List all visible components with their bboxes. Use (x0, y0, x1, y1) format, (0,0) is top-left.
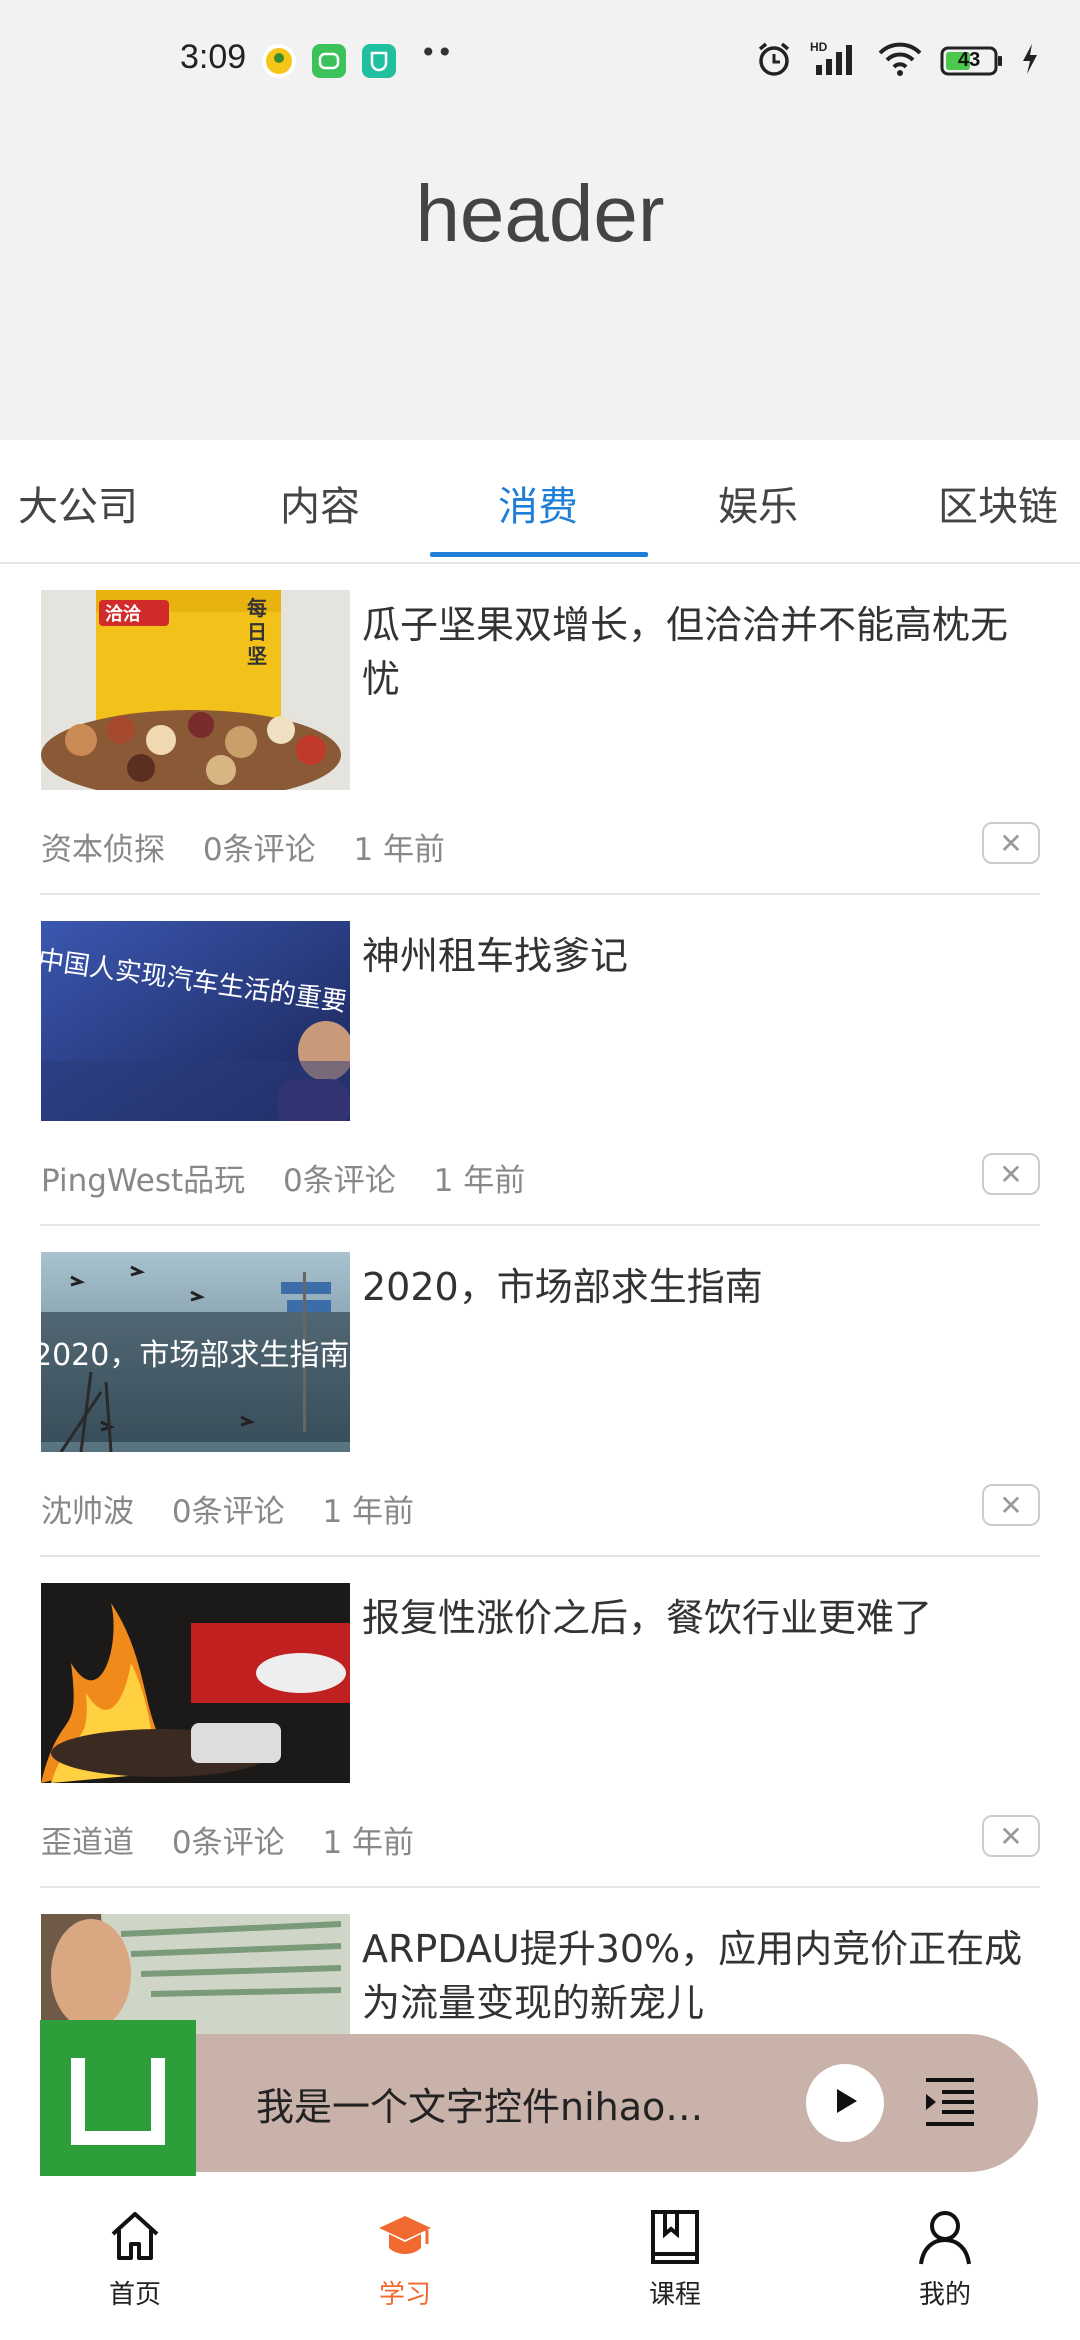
nav-study[interactable]: 学习 (335, 2206, 475, 2311)
close-icon: ✕ (999, 826, 1023, 860)
news-thumbnail: 2020，市场部求生指南 (41, 1252, 350, 1452)
more-notifications-icon: •• (420, 36, 454, 69)
svg-text:HD: HD (810, 40, 828, 54)
page-title: header (415, 169, 665, 258)
news-source: 资本侦探 (41, 832, 165, 868)
news-time: 1 年前 (322, 1494, 415, 1530)
news-comments: 0条评论 (202, 832, 316, 868)
news-source: 歪道道 (41, 1825, 134, 1861)
news-time: 1 年前 (322, 1825, 415, 1861)
news-thumbnail (41, 1583, 350, 1783)
news-meta: 沈帅波 0条评论 1 年前 (41, 1486, 442, 1531)
play-button[interactable] (806, 2064, 884, 2142)
playlist-icon (920, 2078, 980, 2136)
nav-home-label: 首页 (108, 2280, 161, 2310)
category-tabs: 大公司 内容 消费 娱乐 区块链 (0, 440, 1080, 564)
tab-big-companies[interactable]: 大公司 (18, 474, 138, 532)
status-icons: HD 43 (754, 38, 1040, 84)
chat-app-icon (312, 44, 346, 78)
news-item[interactable]: 2020，市场部求生指南 2020，市场部求生指南 沈帅波 0条评论 1 年前 … (40, 1224, 1040, 1557)
charging-icon (1020, 42, 1040, 80)
news-item[interactable]: 洽洽 每日坚 瓜子坚果双增长，但洽洽并不能高枕无忧 资本侦探 0条评论 1 年前… (40, 562, 1040, 895)
audio-player-bar[interactable]: 我是一个文字控件nihao… (40, 2020, 1038, 2176)
news-comments: 0条评论 (171, 1494, 285, 1530)
news-source: 沈帅波 (41, 1494, 134, 1530)
battery-icon: 43 (940, 45, 1004, 77)
nav-mine[interactable]: 我的 (875, 2206, 1015, 2311)
nav-study-label: 学习 (378, 2280, 431, 2310)
thumbnail-logo-text: 洽洽 (105, 604, 141, 625)
news-source: PingWest品玩 (41, 1163, 246, 1199)
tab-consumption[interactable]: 消费 (498, 474, 578, 532)
home-icon (105, 2212, 165, 2270)
tab-content[interactable]: 内容 (280, 474, 360, 532)
news-comments: 0条评论 (283, 1163, 396, 1199)
alarm-icon (754, 39, 794, 83)
shield-app-icon (362, 44, 396, 78)
tab-indicator (430, 552, 648, 557)
news-title[interactable]: 神州租车找爹记 (362, 929, 1032, 983)
news-thumbnail: 洽洽 每日坚 (41, 590, 350, 790)
thumbnail-side-text: 每日坚 (247, 596, 267, 668)
news-item[interactable]: 中国人实现汽车生活的重要 神州租车找爹记 PingWest品玩 0条评论 1 年… (40, 893, 1040, 1226)
news-meta: 歪道道 0条评论 1 年前 (41, 1817, 442, 1862)
player-track-text: 我是一个文字控件nihao… (256, 2085, 704, 2129)
battery-level: 43 (958, 49, 981, 71)
course-book-icon (645, 2210, 705, 2270)
dismiss-button[interactable]: ✕ (982, 1484, 1040, 1526)
nav-course-label: 课程 (648, 2280, 701, 2310)
player-logo-icon[interactable] (40, 2020, 196, 2176)
play-icon (828, 2084, 862, 2122)
tab-blockchain[interactable]: 区块链 (938, 474, 1058, 532)
status-bar: 3:09 •• HD 43 (0, 0, 1080, 120)
news-title[interactable]: 报复性涨价之后，餐饮行业更难了 (362, 1591, 1032, 1645)
graduation-cap-icon (375, 2216, 435, 2270)
wifi-icon (876, 39, 924, 83)
tab-entertainment[interactable]: 娱乐 (718, 474, 798, 532)
dismiss-button[interactable]: ✕ (982, 1153, 1040, 1195)
news-time: 1 年前 (433, 1163, 526, 1199)
app-notification-icon (262, 44, 296, 78)
news-meta: PingWest品玩 0条评论 1 年前 (41, 1155, 553, 1200)
news-meta: 资本侦探 0条评论 1 年前 (41, 824, 473, 869)
news-title[interactable]: 2020，市场部求生指南 (362, 1260, 1032, 1314)
playlist-button[interactable] (920, 2072, 980, 2132)
nav-mine-label: 我的 (918, 2280, 971, 2310)
nav-course[interactable]: 课程 (605, 2206, 745, 2311)
close-icon: ✕ (999, 1157, 1023, 1191)
dismiss-button[interactable]: ✕ (982, 1815, 1040, 1857)
close-icon: ✕ (999, 1819, 1023, 1853)
thumbnail-caption: 2020，市场部求生指南 (41, 1338, 350, 1373)
news-title[interactable]: ARPDAU提升30%，应用内竞价正在成为流量变现的新宠儿 (362, 1922, 1032, 2030)
bottom-navigation: 首页 学习 课程 我的 (0, 2190, 1080, 2340)
nav-home[interactable]: 首页 (65, 2206, 205, 2311)
close-icon: ✕ (999, 1488, 1023, 1522)
dismiss-button[interactable]: ✕ (982, 822, 1040, 864)
status-time: 3:09 (180, 38, 247, 76)
news-item[interactable]: 报复性涨价之后，餐饮行业更难了 歪道道 0条评论 1 年前 ✕ (40, 1555, 1040, 1888)
person-icon (915, 2211, 975, 2270)
news-thumbnail: 中国人实现汽车生活的重要 (41, 921, 350, 1121)
news-time: 1 年前 (353, 832, 446, 868)
news-comments: 0条评论 (171, 1825, 285, 1861)
news-title[interactable]: 瓜子坚果双增长，但洽洽并不能高枕无忧 (362, 598, 1032, 706)
signal-icon: HD (810, 39, 860, 83)
